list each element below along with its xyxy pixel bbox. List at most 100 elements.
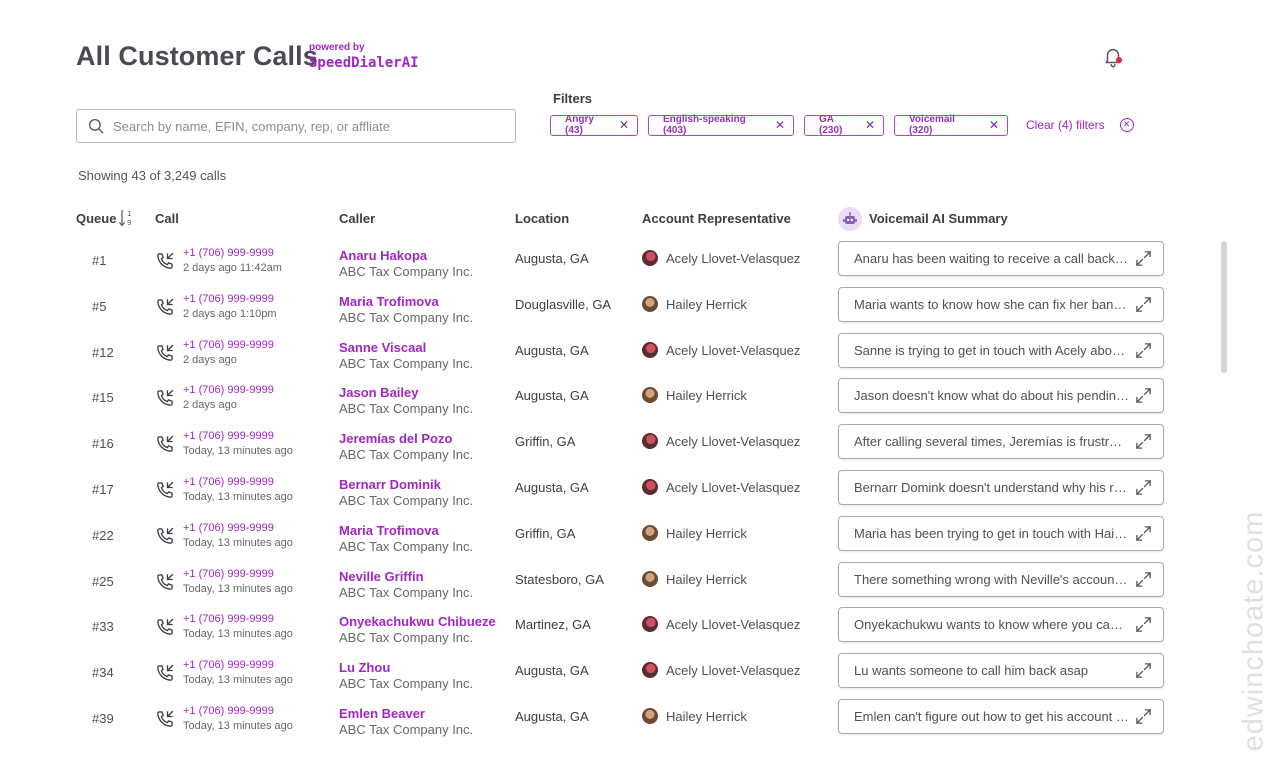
table-row[interactable]: #5 +1 (706) 999-9999 2 days ago 1:10pm Mari… xyxy=(0,283,1210,329)
clear-filters-label: Clear (4) filters xyxy=(1026,118,1105,132)
queue-number: #34 xyxy=(92,665,114,681)
caller-company: ABC Tax Company Inc. xyxy=(339,721,474,737)
incoming-call-icon[interactable] xyxy=(155,663,175,683)
phone-number[interactable]: +1 (706) 999-9999 xyxy=(183,522,274,534)
expand-icon[interactable] xyxy=(1135,433,1152,450)
incoming-call-icon[interactable] xyxy=(155,572,175,592)
phone-number[interactable]: +1 (706) 999-9999 xyxy=(183,247,274,259)
incoming-call-icon[interactable] xyxy=(155,480,175,500)
incoming-call-icon[interactable] xyxy=(155,343,175,363)
remove-filter-icon[interactable]: ✕ xyxy=(865,118,875,132)
search-box[interactable] xyxy=(76,109,516,143)
search-icon xyxy=(88,118,104,134)
summary-box[interactable]: Lu wants someone to call him back asap xyxy=(838,653,1164,689)
column-header-location[interactable]: Location xyxy=(515,211,569,226)
table-row[interactable]: #17 +1 (706) 999-9999 Today, 13 minutes ag… xyxy=(0,466,1210,512)
location: Martinez, GA xyxy=(515,617,591,633)
phone-number[interactable]: +1 (706) 999-9999 xyxy=(183,568,274,580)
table-row[interactable]: #1 +1 (706) 999-9999 2 days ago 11:42am Ana… xyxy=(0,237,1210,283)
filter-chip-english-speaking[interactable]: English-speaking (403) ✕ xyxy=(648,114,794,136)
expand-icon[interactable] xyxy=(1135,250,1152,267)
table-row[interactable]: #12 +1 (706) 999-9999 2 days ago Sanne Visc… xyxy=(0,329,1210,375)
expand-icon[interactable] xyxy=(1135,708,1152,725)
summary-box[interactable]: After calling several times, Jeremías is… xyxy=(838,424,1164,460)
caller-name-link[interactable]: Maria Trofimova xyxy=(339,523,439,538)
expand-icon[interactable] xyxy=(1135,296,1152,313)
column-header-rep[interactable]: Account Representative xyxy=(642,211,791,226)
column-header-summary[interactable]: Voicemail AI Summary xyxy=(869,211,1008,226)
caller-name-link[interactable]: Sanne Viscaal xyxy=(339,340,426,355)
caller-name-link[interactable]: Bernarr Dominik xyxy=(339,477,441,492)
expand-icon[interactable] xyxy=(1135,662,1152,679)
summary-box[interactable]: Bernarr Domink doesn't understand why hi… xyxy=(838,469,1164,505)
incoming-call-icon[interactable] xyxy=(155,709,175,729)
expand-icon[interactable] xyxy=(1135,342,1152,359)
caller-name-link[interactable]: Jeremías del Pozo xyxy=(339,431,452,446)
caller-name-link[interactable]: Lu Zhou xyxy=(339,660,390,675)
phone-number[interactable]: +1 (706) 999-9999 xyxy=(183,430,274,442)
expand-icon[interactable] xyxy=(1135,525,1152,542)
incoming-call-icon[interactable] xyxy=(155,434,175,454)
summary-box[interactable]: Maria has been trying to get in touch wi… xyxy=(838,515,1164,551)
filter-chip-voicemail[interactable]: Voicemail (320) ✕ xyxy=(894,114,1008,136)
queue-number: #5 xyxy=(92,298,107,314)
expand-icon[interactable] xyxy=(1135,479,1152,496)
summary-box[interactable]: There something wrong with Neville's acc… xyxy=(838,561,1164,597)
expand-icon[interactable] xyxy=(1135,387,1152,404)
table-row[interactable]: #33 +1 (706) 999-9999 Today, 13 minutes ag… xyxy=(0,603,1210,649)
phone-number[interactable]: +1 (706) 999-9999 xyxy=(183,476,274,488)
result-count: Showing 43 of 3,249 calls xyxy=(78,168,227,183)
location: Augusta, GA xyxy=(515,342,589,358)
summary-box[interactable]: Maria wants to know how she can fix her … xyxy=(838,286,1164,322)
summary-box[interactable]: Sanne is trying to get in touch with Ace… xyxy=(838,332,1164,368)
expand-icon[interactable] xyxy=(1135,571,1152,588)
incoming-call-icon[interactable] xyxy=(155,388,175,408)
clear-filters-button[interactable]: Clear (4) filters ✕ xyxy=(1026,118,1134,132)
filter-chip-label: Voicemail (320) xyxy=(909,114,955,136)
filter-chip-angry[interactable]: Angry (43) ✕ xyxy=(550,114,638,136)
phone-number[interactable]: +1 (706) 999-9999 xyxy=(183,705,274,717)
caller-name-link[interactable]: Jason Bailey xyxy=(339,385,419,400)
account-rep: Acely Llovet-Velasquez xyxy=(666,663,801,679)
table-row[interactable]: #39 +1 (706) 999-9999 Today, 13 minutes ag… xyxy=(0,695,1210,741)
remove-filter-icon[interactable]: ✕ xyxy=(775,118,785,132)
caller-name-link[interactable]: Onyekachukwu Chibueze xyxy=(339,614,496,629)
queue-number: #12 xyxy=(92,344,114,360)
table-row[interactable]: #34 +1 (706) 999-9999 Today, 13 minutes ag… xyxy=(0,649,1210,695)
phone-number[interactable]: +1 (706) 999-9999 xyxy=(183,613,274,625)
summary-box[interactable]: Onyekachukwu wants to know where you can… xyxy=(838,607,1164,643)
call-time: Today, 13 minutes ago xyxy=(183,674,293,687)
caller-company: ABC Tax Company Inc. xyxy=(339,401,474,417)
filter-chip-label: Angry (43) xyxy=(565,114,594,136)
phone-number[interactable]: +1 (706) 999-9999 xyxy=(183,339,274,351)
incoming-call-icon[interactable] xyxy=(155,617,175,637)
incoming-call-icon[interactable] xyxy=(155,251,175,271)
incoming-call-icon[interactable] xyxy=(155,526,175,546)
account-rep: Acely Llovet-Velasquez xyxy=(666,251,801,266)
summary-box[interactable]: Anaru has been waiting to receive a call… xyxy=(838,241,1164,276)
table-row[interactable]: #16 +1 (706) 999-9999 Today, 13 minutes ag… xyxy=(0,420,1210,466)
phone-number[interactable]: +1 (706) 999-9999 xyxy=(183,384,274,396)
phone-number[interactable]: +1 (706) 999-9999 xyxy=(183,659,274,671)
summary-box[interactable]: Jason doesn't know what do about his pen… xyxy=(838,378,1164,414)
column-header-call[interactable]: Call xyxy=(155,211,179,226)
incoming-call-icon[interactable] xyxy=(155,297,175,317)
search-input[interactable] xyxy=(113,118,503,134)
caller-name-link[interactable]: Maria Trofimova xyxy=(339,294,439,309)
expand-icon[interactable] xyxy=(1135,616,1152,633)
column-header-queue[interactable]: Queue xyxy=(76,211,116,226)
caller-name-link[interactable]: Neville Griffin xyxy=(339,569,424,584)
table-row[interactable]: #15 +1 (706) 999-9999 2 days ago Jason Bail… xyxy=(0,374,1210,420)
phone-number[interactable]: +1 (706) 999-9999 xyxy=(183,293,274,305)
remove-filter-icon[interactable]: ✕ xyxy=(989,118,999,132)
remove-filter-icon[interactable]: ✕ xyxy=(619,118,629,132)
table-row[interactable]: #25 +1 (706) 999-9999 Today, 13 minutes ag… xyxy=(0,558,1210,604)
sort-ascending-icon[interactable]: 1 9 xyxy=(118,208,134,228)
scrollbar[interactable] xyxy=(1221,241,1227,373)
caller-name-link[interactable]: Emlen Beaver xyxy=(339,706,425,721)
table-row[interactable]: #22 +1 (706) 999-9999 Today, 13 minutes ag… xyxy=(0,512,1210,558)
filter-chip-ga[interactable]: GA (230) ✕ xyxy=(804,114,884,136)
summary-box[interactable]: Emlen can't figure out how to get his ac… xyxy=(838,698,1164,734)
caller-name-link[interactable]: Anaru Hakopa xyxy=(339,248,427,263)
column-header-caller[interactable]: Caller xyxy=(339,211,375,226)
